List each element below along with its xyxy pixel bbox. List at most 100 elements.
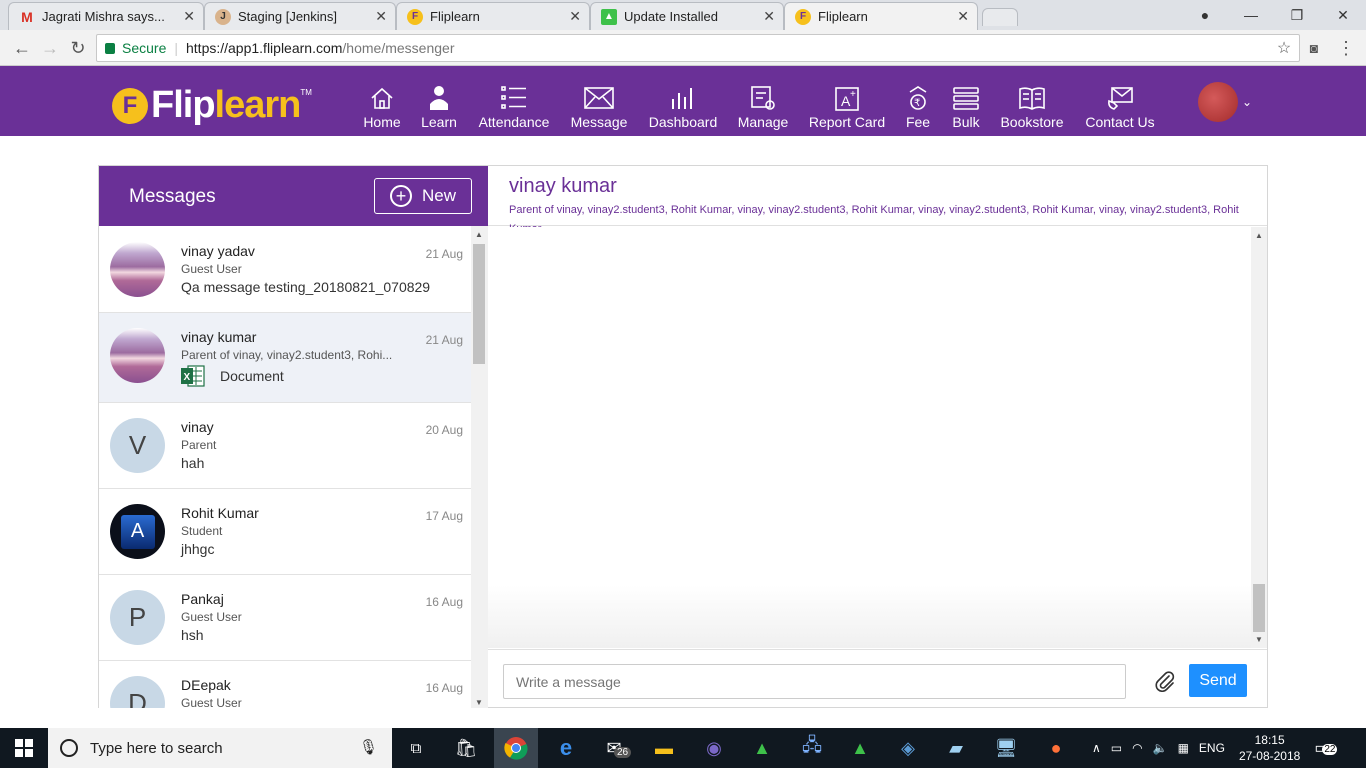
conversation-item[interactable]: D DEepak Guest User 16 Aug [99, 661, 471, 708]
minimize-icon[interactable]: — [1228, 0, 1274, 30]
browser-tab-fliplearn[interactable]: F Fliplearn ✕ [396, 2, 590, 30]
svg-text:+: + [850, 89, 856, 100]
learn-icon [420, 84, 458, 112]
android-studio-icon[interactable]: ▲ [748, 734, 776, 762]
bookmark-star-icon[interactable]: ☆ [1272, 36, 1296, 60]
nav-message[interactable]: Message [570, 84, 628, 132]
scrollbar-thumb[interactable] [473, 244, 485, 364]
chevron-up-icon[interactable]: ∧ [1092, 741, 1101, 755]
send-button[interactable]: Send [1189, 664, 1247, 697]
firefox-icon[interactable]: ● [1042, 734, 1070, 762]
conversation-role: Guest User [181, 696, 242, 708]
mysql-workbench-icon[interactable]: ◈ [894, 734, 922, 762]
maximize-icon[interactable]: ❐ [1274, 0, 1320, 30]
avatar: A [110, 504, 165, 559]
close-icon[interactable]: ✕ [183, 8, 195, 25]
taskbar-search[interactable]: Type here to search 🎙 [48, 728, 392, 768]
edge-icon[interactable]: e [552, 734, 580, 762]
svg-text:X: X [184, 372, 191, 383]
scroll-up-icon[interactable]: ▲ [1255, 231, 1263, 240]
nav-contact-us[interactable]: Contact Us [1085, 84, 1155, 132]
conversation-item-selected[interactable]: vinay kumar Parent of vinay, vinay2.stud… [99, 313, 471, 403]
close-icon[interactable]: ✕ [375, 8, 387, 25]
notes-app-icon[interactable]: ▰ [942, 734, 970, 762]
avatar [110, 328, 165, 383]
back-icon[interactable]: ← [10, 36, 34, 60]
fliplearn-logo[interactable]: F Fliplearn TM [112, 84, 312, 127]
fliplearn-icon: F [795, 8, 811, 25]
browser-tab-jenkins[interactable]: J Staging [Jenkins] ✕ [204, 2, 396, 30]
browser-tab-fliplearn-active[interactable]: F Fliplearn ✕ [784, 2, 978, 30]
nav-report-card[interactable]: A + Report Card [808, 84, 886, 132]
nav-bookstore[interactable]: Bookstore [1000, 84, 1064, 132]
file-explorer-icon[interactable]: ▬ [650, 734, 678, 762]
user-avatar[interactable] [1198, 82, 1238, 122]
close-icon[interactable]: ✕ [957, 8, 969, 25]
window-close-icon[interactable]: ✕ [1320, 0, 1366, 30]
bulk-icon [950, 84, 982, 112]
reload-icon[interactable]: ↻ [66, 36, 90, 60]
tab-title: Fliplearn [818, 9, 868, 24]
conversation-item[interactable]: vinay yadav Guest User Qa message testin… [99, 226, 471, 313]
jenkins-icon: J [215, 8, 231, 25]
chrome-icon[interactable] [494, 728, 538, 768]
battery-icon[interactable]: ▭ [1111, 741, 1122, 755]
conversation-item[interactable]: P Pankaj Guest User hsh 16 Aug [99, 575, 471, 661]
conversation-item[interactable]: V vinay Parent hah 20 Aug [99, 403, 471, 489]
chevron-down-icon[interactable]: ⌄ [1242, 95, 1252, 109]
language-indicator[interactable]: ENG [1199, 741, 1225, 755]
avatar-letter: A [120, 514, 155, 549]
scroll-up-icon[interactable]: ▲ [475, 230, 483, 239]
camera-icon[interactable]: ◙ [1302, 36, 1326, 60]
browser-tab-gmail[interactable]: M Jagrati Mishra says... ✕ [8, 2, 204, 30]
android-app-icon[interactable]: ▲ [846, 734, 874, 762]
svg-text:₹: ₹ [914, 98, 920, 109]
close-icon[interactable]: ✕ [569, 8, 581, 25]
dashboard-icon [648, 84, 718, 112]
nav-dashboard[interactable]: Dashboard [648, 84, 718, 132]
menu-icon[interactable]: ⋮ [1334, 36, 1358, 60]
forward-icon[interactable]: → [38, 36, 62, 60]
scrollbar-thumb[interactable] [1253, 584, 1265, 632]
nav-attendance[interactable]: Attendance [478, 84, 550, 132]
secure-indicator[interactable]: Secure [105, 40, 166, 56]
close-icon[interactable]: ✕ [763, 8, 775, 25]
scroll-down-icon[interactable]: ▼ [1255, 635, 1263, 644]
nav-home[interactable]: Home [362, 84, 402, 132]
microphone-icon[interactable]: 🎙 [359, 738, 378, 756]
clock[interactable]: 18:15 27-08-2018 [1239, 732, 1300, 764]
conversation-item[interactable]: A Rohit Kumar Student jhhgc 17 Aug [99, 489, 471, 575]
nav-manage[interactable]: Manage [737, 84, 789, 132]
manage-icon [737, 84, 789, 112]
windows-start-icon[interactable] [10, 734, 38, 762]
nav-fee[interactable]: ₹ Fee [904, 84, 932, 132]
network-icon[interactable]: ▦ [1178, 741, 1189, 755]
message-input[interactable] [503, 664, 1126, 699]
nav-bulk[interactable]: Bulk [950, 84, 982, 132]
conversation-scrollbar[interactable]: ▲ ▼ [471, 226, 488, 708]
scroll-down-icon[interactable]: ▼ [475, 698, 483, 707]
new-message-button[interactable]: + New [374, 178, 472, 214]
volume-icon[interactable]: 🔈 [1153, 741, 1168, 755]
url-input[interactable]: Secure | https://app1.fliplearn.com/home… [96, 34, 1300, 62]
profile-icon[interactable]: ● [1182, 0, 1228, 30]
avatar: D [110, 676, 165, 708]
wifi-icon[interactable]: ◠ [1132, 741, 1142, 755]
attachment-icon[interactable] [1154, 670, 1176, 692]
notifications-icon[interactable]: ▭22 [1314, 738, 1338, 758]
browser-tab-update[interactable]: ▲ Update Installed ✕ [590, 2, 784, 30]
network-app-icon[interactable]: 🖧 [798, 734, 826, 762]
nav-learn[interactable]: Learn [420, 84, 458, 132]
chat-scrollbar[interactable]: ▲ ▼ [1251, 227, 1267, 648]
store-icon[interactable]: 🛍 [452, 734, 480, 762]
eclipse-icon[interactable]: ◉ [700, 734, 728, 762]
mail-icon[interactable]: ✉ 26 [600, 734, 632, 762]
task-view-icon[interactable]: ⧉ [402, 734, 430, 762]
nav-label: Bulk [952, 114, 980, 130]
remote-desktop-icon[interactable]: 🖥 [992, 734, 1020, 762]
new-label: New [421, 186, 456, 205]
conversation-date: 21 Aug [425, 247, 463, 261]
new-tab-button[interactable] [982, 8, 1018, 26]
conversation-preview: jhhgc [181, 541, 215, 557]
conversation-list: vinay yadav Guest User Qa message testin… [99, 226, 471, 708]
